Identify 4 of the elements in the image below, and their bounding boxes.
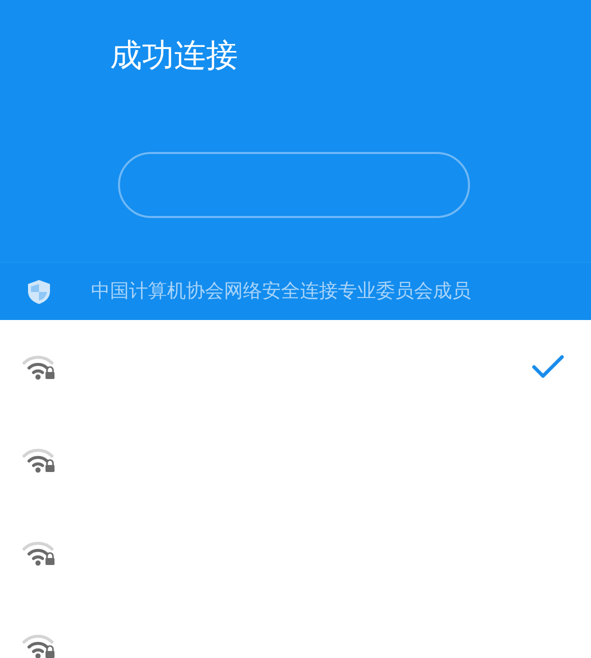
banner-text: 中国计算机协会网络安全连接专业委员会成员 xyxy=(91,279,471,304)
shield-icon xyxy=(25,278,53,306)
pill-button[interactable] xyxy=(118,152,470,218)
window-title: 成功连接 xyxy=(110,35,238,76)
